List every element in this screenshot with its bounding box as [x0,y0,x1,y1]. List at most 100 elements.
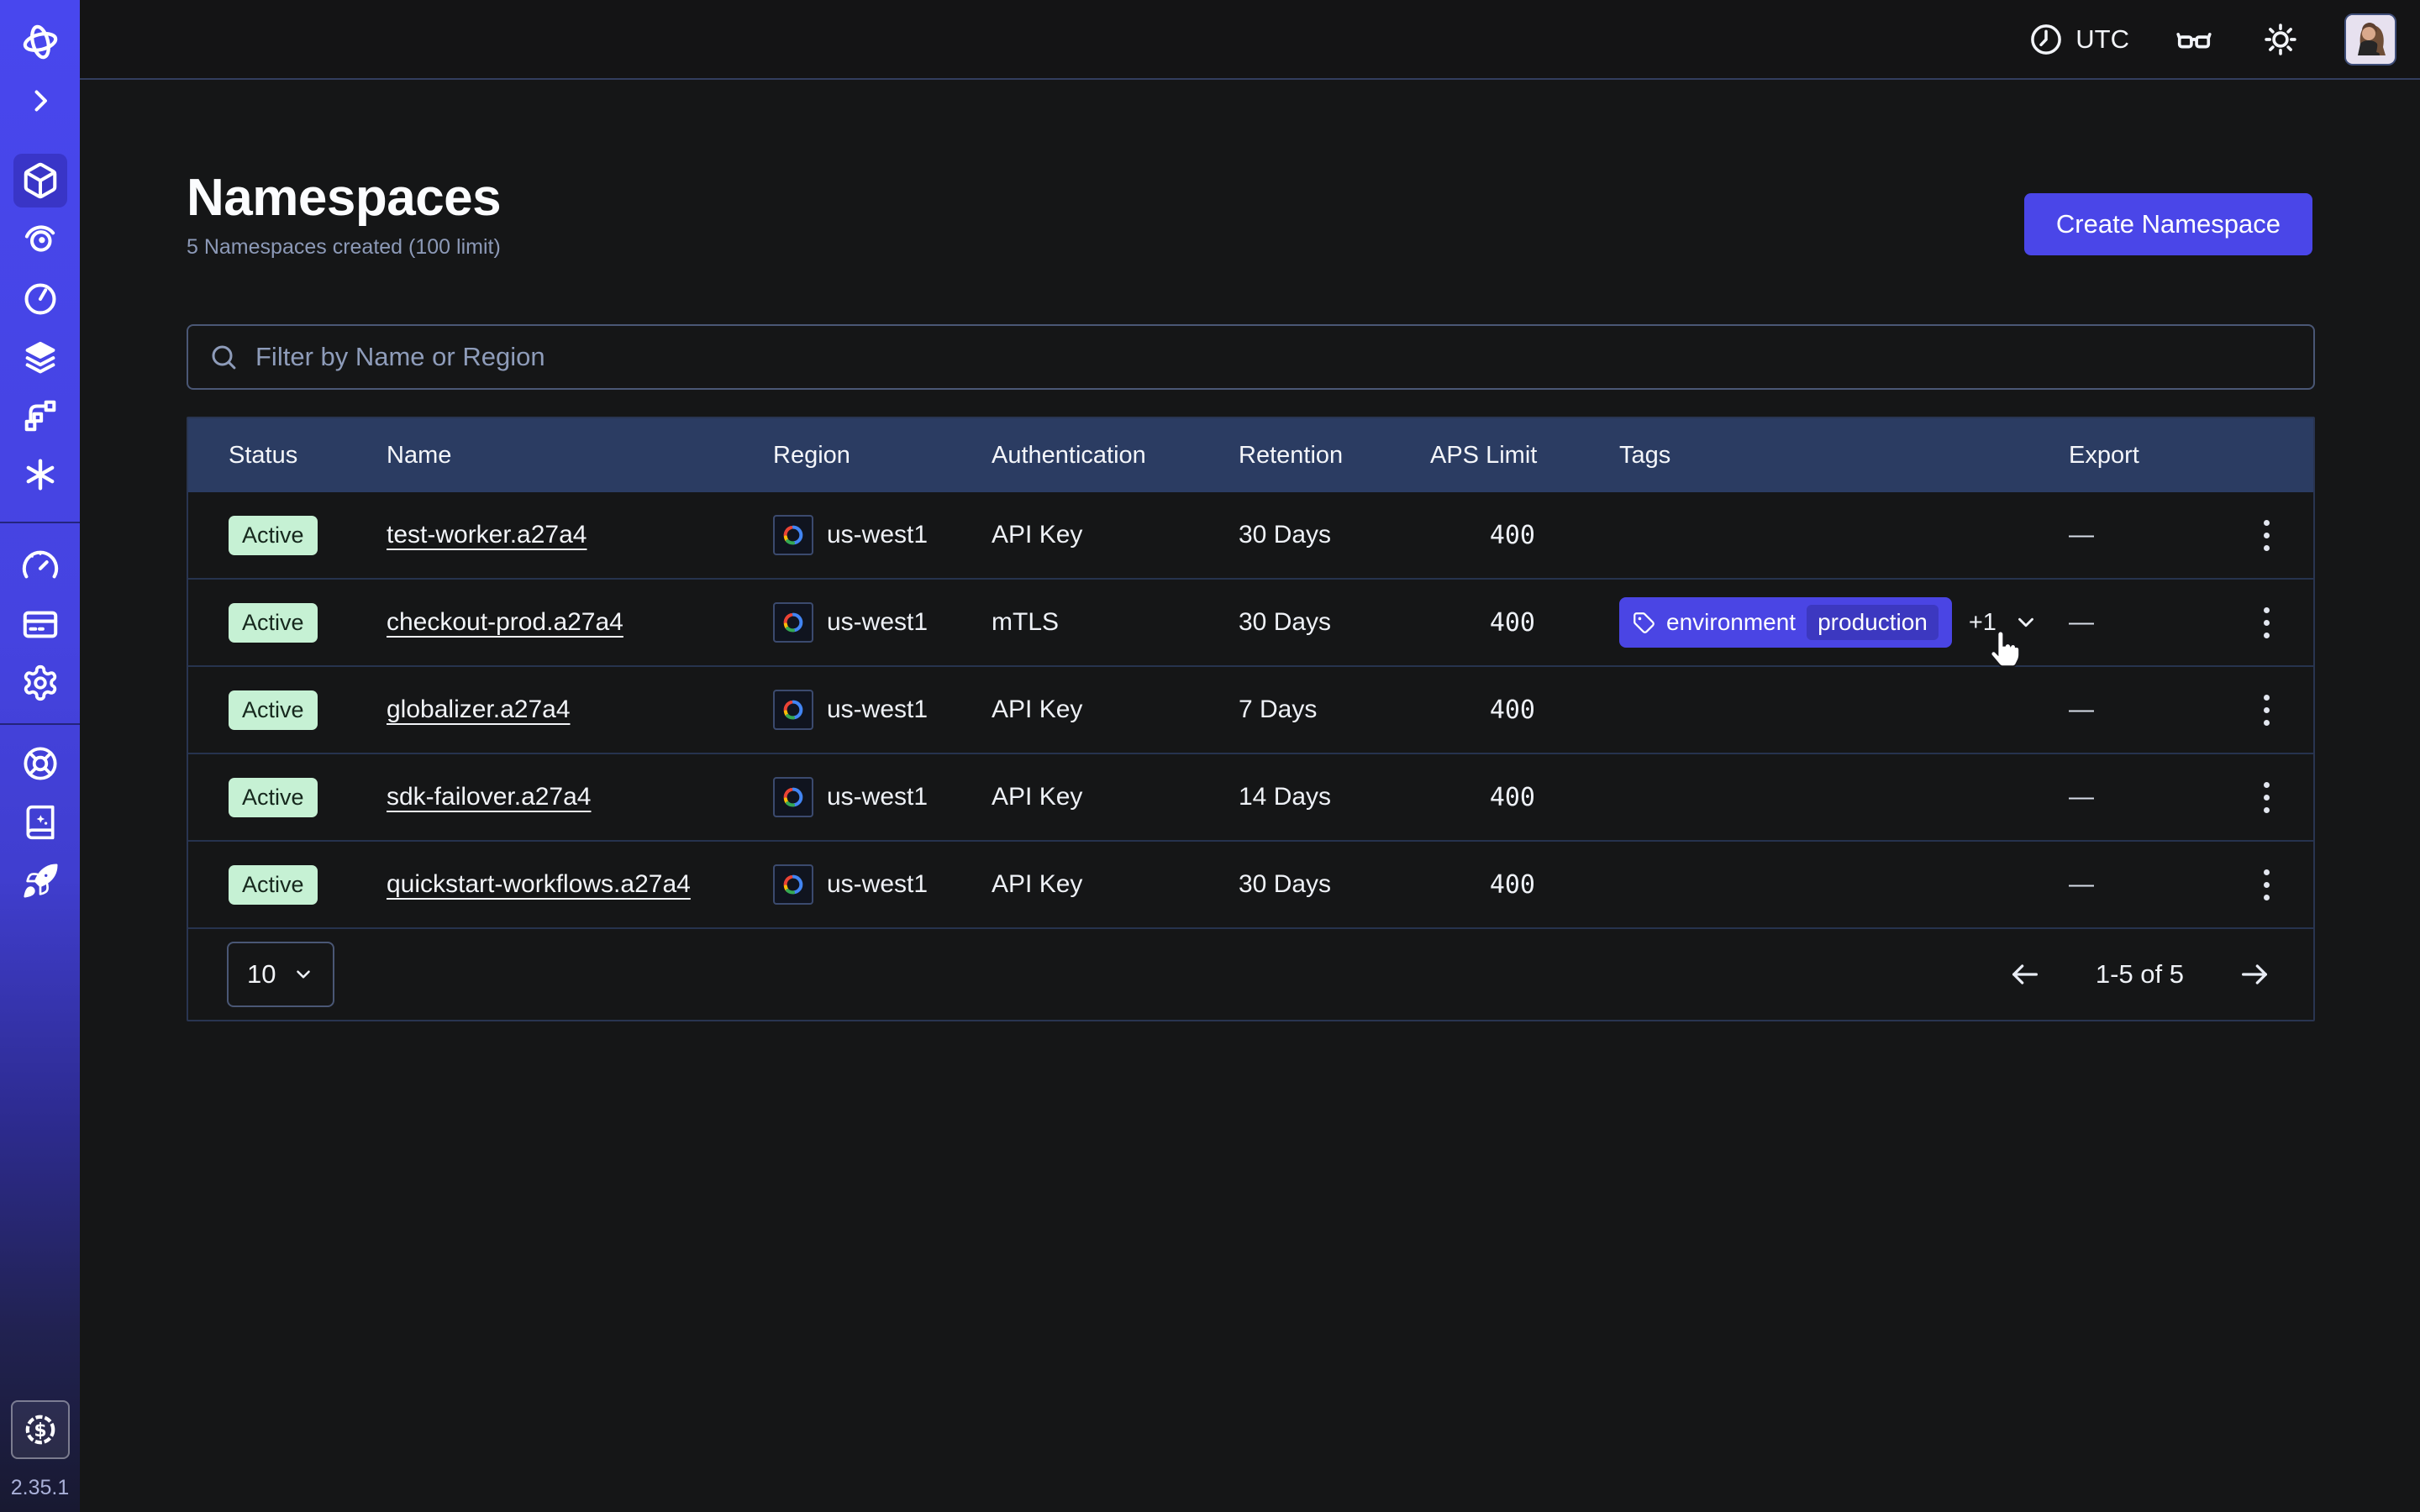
row-actions-menu-button[interactable] [2255,861,2278,909]
gcp-cloud-icon [773,602,813,643]
namespace-link[interactable]: sdk-failover.a27a4 [387,783,592,811]
previous-page-button[interactable] [2005,954,2045,995]
namespace-link[interactable]: checkout-prod.a27a4 [387,608,623,636]
region-label: us-west1 [827,783,928,811]
sidebar-divider [0,522,80,523]
row-actions-menu-button[interactable] [2255,512,2278,559]
temporal-logo-icon[interactable] [13,15,67,69]
tag-pill[interactable]: environment production [1619,597,1952,648]
aps-limit-value: 400 [1430,696,1619,725]
avatar-image-icon [2346,15,2393,62]
dollar-badge-icon: $ [22,1411,59,1448]
timer-icon [21,279,60,318]
region-label: us-west1 [827,696,928,724]
sidebar-item-docs[interactable] [13,795,67,849]
table-row: Active sdk-failover.a27a4 us-west1 API K… [188,754,2313,842]
namespace-link[interactable]: globalizer.a27a4 [387,696,571,723]
page-size-select[interactable]: 10 [227,942,334,1007]
sidebar-expand-chevron-icon[interactable] [13,74,67,128]
sidebar-item-namespaces[interactable] [13,154,67,207]
filter-input[interactable] [254,341,2293,373]
timezone-label: UTC [2075,24,2129,55]
next-page-button[interactable] [2234,954,2275,995]
sun-icon [2262,21,2299,58]
timezone-selector[interactable]: UTC [2028,22,2129,57]
sidebar-item-support[interactable] [13,737,67,790]
gear-icon [21,664,60,702]
gcp-cloud-icon [773,777,813,817]
tag-value: production [1807,605,1939,640]
search-icon [208,342,239,372]
sidebar-item-billing[interactable] [13,597,67,651]
topbar: UTC [80,0,2420,80]
labs-mode-button[interactable] [2171,17,2217,62]
app-version: 2.35.1 [11,1476,70,1500]
export-value: — [2069,608,2220,637]
region-label: us-west1 [827,870,928,899]
theme-toggle-button[interactable] [2259,18,2302,61]
asterisk-icon [21,455,60,494]
page-size-value: 10 [247,959,276,990]
sidebar-item-settings[interactable] [13,656,67,710]
sidebar-divider [0,723,80,725]
row-actions-menu-button[interactable] [2255,774,2278,822]
tag-key: environment [1666,609,1796,636]
table-row: Active globalizer.a27a4 us-west1 API Key… [188,667,2313,754]
auth-method: API Key [992,783,1239,811]
namespace-link[interactable]: test-worker.a27a4 [387,521,587,549]
cube-icon [21,161,60,200]
page-header: Namespaces 5 Namespaces created (100 lim… [187,171,501,260]
auth-method: mTLS [992,608,1239,637]
aps-limit-value: 400 [1430,608,1619,638]
page-title: Namespaces [187,171,501,225]
life-buoy-icon [21,744,60,783]
user-avatar[interactable] [2344,13,2396,66]
table-row: Active quickstart-workflows.a27a4 us-wes… [188,842,2313,929]
status-badge: Active [229,690,318,730]
row-actions-menu-button[interactable] [2255,686,2278,734]
row-actions-menu-button[interactable] [2255,599,2278,647]
retention-value: 30 Days [1239,608,1430,637]
col-header-authentication: Authentication [992,442,1239,470]
tags-expand-chevron-icon[interactable] [2013,610,2039,635]
sidebar-item-schedules[interactable] [13,271,67,325]
auth-method: API Key [992,696,1239,724]
sidebar-item-usage[interactable] [13,538,67,592]
pagination-controls: 1-5 of 5 [2005,954,2275,995]
gauge-icon [21,546,60,585]
aps-limit-value: 400 [1430,870,1619,900]
gcp-cloud-icon [773,864,813,905]
retention-value: 7 Days [1239,696,1430,724]
region-label: us-west1 [827,521,928,549]
auth-method: API Key [992,870,1239,899]
branch-icon [21,396,60,435]
namespace-link[interactable]: quickstart-workflows.a27a4 [387,870,691,898]
col-header-retention: Retention [1239,442,1430,470]
sidebar-item-deployments[interactable] [13,330,67,384]
book-sparkles-icon [22,804,59,841]
aps-limit-value: 400 [1430,783,1619,812]
svg-text:$: $ [34,1420,46,1441]
layers-icon [21,338,60,376]
create-namespace-button[interactable]: Create Namespace [2024,193,2312,255]
arrow-right-icon [2238,958,2271,991]
col-header-region: Region [773,442,992,470]
status-badge: Active [229,516,318,555]
tags-more-count[interactable]: +1 [1969,609,1996,637]
col-header-export: Export [2069,442,2220,470]
export-value: — [2069,783,2220,811]
glasses-icon [2175,20,2213,59]
table-footer: 10 1-5 of 5 [188,929,2313,1020]
col-header-status: Status [229,442,387,470]
retention-value: 30 Days [1239,521,1430,549]
retention-value: 30 Days [1239,870,1430,899]
credits-button[interactable]: $ [11,1400,70,1459]
sidebar-item-workers[interactable] [13,448,67,501]
sidebar-item-get-started[interactable] [13,854,67,908]
status-badge: Active [229,865,318,905]
export-value: — [2069,870,2220,899]
sidebar-item-nexus[interactable] [13,389,67,443]
aps-limit-value: 400 [1430,521,1619,550]
sidebar-item-observability[interactable] [13,213,67,266]
table-row: Active test-worker.a27a4 us-west1 API Ke… [188,492,2313,580]
